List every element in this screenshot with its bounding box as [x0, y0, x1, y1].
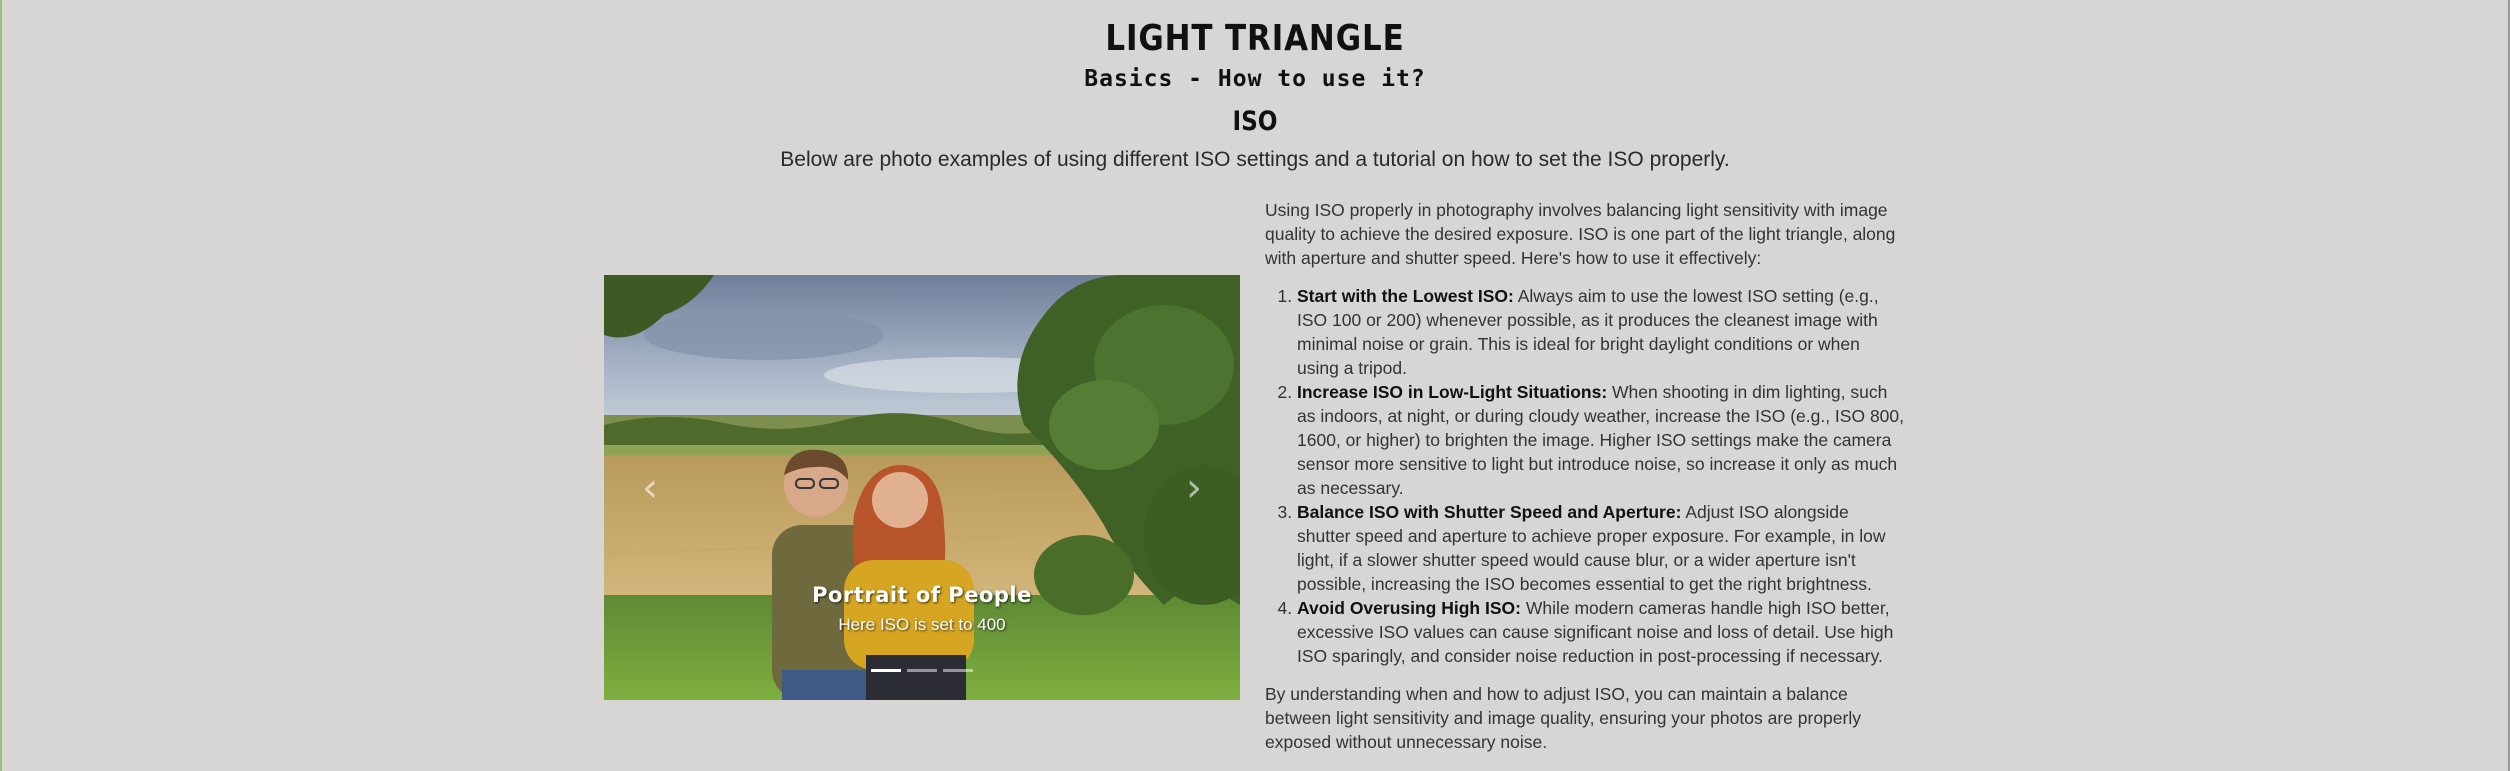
carousel-image [604, 275, 1240, 700]
caption-text: Here ISO is set to 400 [838, 615, 1006, 634]
intro-text: Below are photo examples of using differ… [780, 148, 1730, 171]
list-item: Balance ISO with Shutter Speed and Apert… [1297, 500, 1905, 596]
page: LIGHT TRIANGLE Basics - How to use it? I… [0, 0, 2510, 771]
carousel-caption: Portrait of People Here ISO is set to 40… [604, 583, 1240, 635]
carousel-indicators [604, 669, 1240, 672]
caption-title: Portrait of People [812, 583, 1032, 607]
chevron-right-icon[interactable]: › [1186, 465, 1202, 511]
step-title: Balance ISO with Shutter Speed and Apert… [1297, 502, 1682, 522]
iso-tutorial: Using ISO properly in photography involv… [1265, 198, 1905, 754]
step-title: Start with the Lowest ISO: [1297, 286, 1514, 306]
tutorial-intro: Using ISO properly in photography involv… [1265, 200, 1896, 268]
tutorial-closing: By understanding when and how to adjust … [1265, 684, 1861, 752]
list-item: Avoid Overusing High ISO: While modern c… [1297, 596, 1905, 668]
list-item: Start with the Lowest ISO: Always aim to… [1297, 284, 1905, 380]
step-title: Increase ISO in Low-Light Situations: [1297, 382, 1608, 402]
page-subtitle: Basics - How to use it? [1084, 66, 1426, 92]
carousel-indicator-2[interactable] [907, 669, 937, 672]
photo-carousel[interactable]: ‹ › Portrait of People Here ISO is set t… [604, 275, 1240, 700]
chevron-left-icon[interactable]: ‹ [642, 465, 658, 511]
page-title: LIGHT TRIANGLE [1105, 18, 1405, 59]
carousel-indicator-1[interactable] [871, 669, 901, 672]
list-item: Increase ISO in Low-Light Situations: Wh… [1297, 380, 1905, 500]
step-title: Avoid Overusing High ISO: [1297, 598, 1521, 618]
carousel-indicator-3[interactable] [943, 669, 973, 672]
tutorial-steps: Start with the Lowest ISO: Always aim to… [1265, 284, 1905, 668]
section-title: ISO [1232, 106, 1278, 137]
left-border [0, 0, 2, 771]
